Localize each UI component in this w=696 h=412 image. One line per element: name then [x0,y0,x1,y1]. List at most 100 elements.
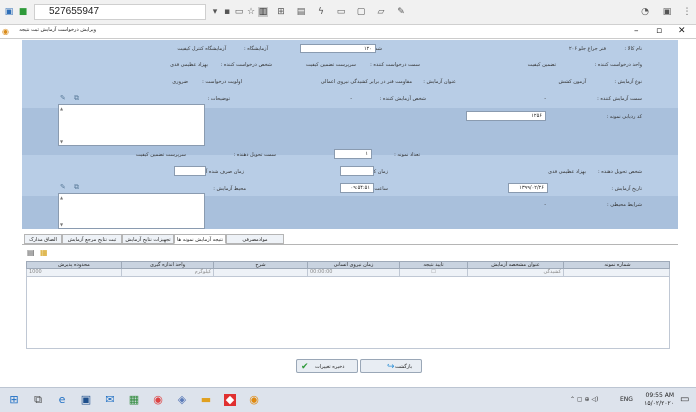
shakhs-azm-value: - [350,96,352,102]
save-button[interactable]: ✔ ذخیره تغییرات [296,359,358,373]
copy-icon-2[interactable]: ⧉ [74,184,82,191]
semat-azm-label: سمت آزمایش کننده : [597,96,642,102]
grid-icon[interactable]: ▤ [27,248,35,257]
col-shomare[interactable]: شماره نمونه [563,262,671,269]
mail-icon[interactable]: ✉ [104,394,116,406]
zaman-sarf-field[interactable] [174,166,206,176]
dropdown-icon[interactable]: ▾ [210,7,220,17]
edit-icon-2[interactable]: ✎ [60,184,68,191]
azmayeshgah-value: آزمایشگاه کنترل کیفیت [177,46,226,52]
display-icon[interactable]: ▢ [356,7,366,17]
col-taeed[interactable]: تایید نتیجه [399,262,467,269]
tab-elsagh[interactable]: الصاق مدارک [24,234,62,244]
shakhs-tahvil-label: شخص تحویل دهنده : [598,169,642,175]
app-taskbar-icon[interactable]: ◉ [248,394,260,406]
col-vahed[interactable]: واحد اندازه گیری [121,262,213,269]
sharayet-value: - [544,202,546,208]
scroll-up-icon[interactable]: ▲ [60,106,63,111]
tab-mavad[interactable]: موادمصرفی [226,234,284,244]
address-field[interactable]: 527655947 [34,4,206,20]
photos-icon[interactable]: ▦ [128,394,140,406]
tedad-field[interactable]: ۱ [334,149,372,159]
notification-icon[interactable]: ▭ [680,394,689,405]
shakhs-label: شخص درخواست کننده : [220,62,272,68]
col-zaman[interactable]: زمان نیروی انسانی [307,262,399,269]
folder-icon[interactable]: ▬ [200,394,212,406]
onvan-value: مقاومت فنر در برابر کشیدگی نیروی اعمالی [320,79,412,85]
edit-icon[interactable]: ✎ [60,95,68,102]
clock-date[interactable]: ۱۵/۰۲/۲۰۲۰ [640,400,674,407]
window-icon[interactable]: ▥ [258,7,268,17]
semat-label: سمت درخواست کننده : [370,62,420,68]
language-indicator[interactable]: ENG [620,396,633,403]
onvan-label: عنوان آزمایش : [423,79,456,85]
tozihat-label: توضیحات : [207,96,230,102]
anydesk-icon[interactable]: ◆ [224,394,236,406]
col-sharh[interactable]: شرح [213,262,307,269]
tray-icons[interactable]: ⌃ ▢ ⊕ ◁) [570,396,598,403]
scroll-up-icon-2[interactable]: ▲ [60,195,63,200]
return-button[interactable]: ↪ بازگشت [360,359,422,373]
maximize-icon[interactable]: ▫ [656,26,662,36]
network-icon[interactable]: ◈ [176,394,188,406]
tarikh-field[interactable]: ۱۳۹۹/۰۲/۲۶ [508,183,548,193]
history-icon[interactable]: ◔ [640,7,650,17]
mohit-textarea[interactable]: ▲ ▼ [58,193,205,229]
grid-body [26,277,670,349]
col-onvan[interactable]: عنوان مشخصه آزمایش [467,262,563,269]
monitor-icon[interactable]: ⊞ [276,7,286,17]
right-margin [678,40,696,229]
shomare-field[interactable]: ۱۲۰ [300,44,376,53]
zaman-kol-field[interactable] [340,166,374,176]
tarikh-label: تاریخ آزمایش : [611,186,642,192]
left-margin [0,40,22,229]
check-icon: ✔ [301,362,309,372]
remote-icon[interactable]: ▣ [4,7,14,17]
export-icon[interactable]: ▦ [40,248,48,257]
checkbox-icon[interactable]: ☐ [431,269,435,275]
semat-azm-value: - [544,96,546,102]
screen-icon[interactable]: ▭ [234,7,244,17]
cell-taeed[interactable]: ☐ [399,269,467,276]
scroll-down-icon[interactable]: ▼ [60,139,63,144]
vahed-label: واحد درخواست کننده : [594,62,642,68]
copy-icon[interactable]: ⧉ [74,95,82,102]
tab-natije[interactable]: نتیجه آزمایش نمونه ها [174,234,226,244]
grid-header: شماره نمونه عنوان مشخصه آزمایش تایید نتی… [26,261,670,269]
azmayeshgah-label: آزمایشگاه : [243,46,268,52]
semat-value: سرپرست تضمین کیفیت [305,62,356,68]
account-icon[interactable]: ▣ [662,7,672,17]
close-icon[interactable]: ✕ [678,26,686,36]
keyboard-icon[interactable]: ▭ [336,7,346,17]
edge-icon[interactable]: e [56,394,68,406]
saat-field[interactable]: ۰۹:۵۴:۵۱ [340,183,374,193]
save-icon[interactable]: ▪ [222,7,232,17]
tozihat-textarea[interactable]: ▲ ▼ [58,104,205,146]
comment-icon[interactable]: ▱ [376,7,386,17]
star-icon[interactable]: ☆ [246,7,256,17]
code-field[interactable]: ۱۲۵۶ [466,111,546,121]
olaviat-label: اولویت درخواست : [202,79,242,85]
pen-icon[interactable]: ✎ [396,7,406,17]
clock-time[interactable]: 09:55 AM [640,392,674,399]
tab-bar: موادمصرفی نتیجه آزمایش نمونه ها تجهیزات … [24,234,286,244]
chrome-icon[interactable]: ◉ [152,394,164,406]
tab-marja[interactable]: ثبت نتایج مرجع آزمایش [62,234,122,244]
minimize-icon[interactable]: – [634,26,639,36]
semat-tahvil-label: سمت تحویل دهنده : [233,152,276,158]
col-mahdode[interactable]: محدوده پذیرش [27,262,121,269]
tab-tajhizat[interactable]: تجهیزات نتایج آزمایش [122,234,174,244]
vahed-value: تضمین کیفیت [527,62,556,68]
scroll-down-icon-2[interactable]: ▼ [60,222,63,227]
chat-icon[interactable]: ■ [18,7,28,17]
menu-icon[interactable]: ⋮ [682,7,692,17]
sharayet-label: شرایط محیطی : [606,202,642,208]
store-icon[interactable]: ▣ [80,394,92,406]
kala-label: نام کالا : [624,46,642,52]
table-row[interactable]: کشیدگی ☐ 00:00:00 کیلوگرم 1000 [26,269,670,277]
taskview-icon[interactable]: ⧉ [32,394,44,406]
bolt-icon[interactable]: ϟ [316,7,326,17]
chat-bubble-icon[interactable]: ▤ [296,7,306,17]
start-icon[interactable]: ⊞ [8,394,20,406]
noe-label: نوع آزمایش : [614,79,642,85]
